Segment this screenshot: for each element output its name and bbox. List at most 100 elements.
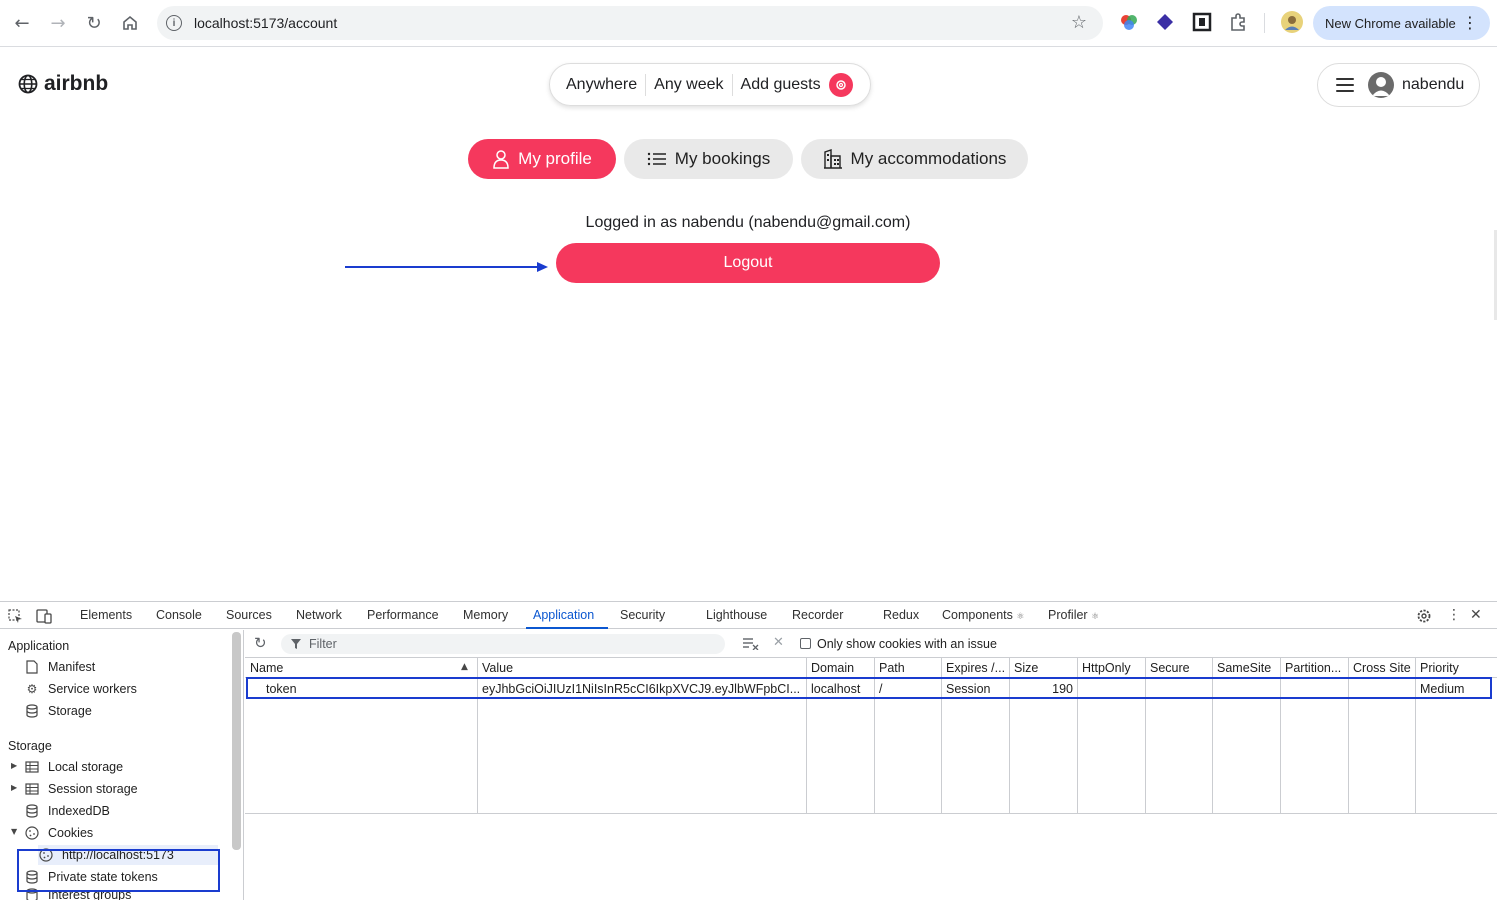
sidebar-item-manifest[interactable]: Manifest: [24, 657, 95, 677]
devtools-tab-lighthouse[interactable]: Lighthouse: [706, 608, 767, 622]
react-icon: ⚛: [1091, 611, 1100, 621]
profile-avatar-icon[interactable]: [1281, 11, 1303, 33]
airbnb-logo[interactable]: airbnb: [18, 72, 108, 96]
devtools-tabs: Elements Console Sources Network Perform…: [0, 602, 1497, 629]
devtools-tab-network[interactable]: Network: [296, 608, 342, 622]
hamburger-icon: [1336, 78, 1354, 92]
column-header-domain[interactable]: Domain: [806, 658, 874, 678]
bookmark-star-icon[interactable]: ☆: [1071, 12, 1087, 33]
sidebar-divider[interactable]: [243, 630, 244, 900]
devtools-tab-performance[interactable]: Performance: [367, 608, 439, 622]
search-button[interactable]: [828, 72, 853, 97]
sidebar-item-service-workers[interactable]: ⚙ Service workers: [24, 679, 137, 699]
sort-ascending-icon: ▲: [461, 662, 468, 672]
cookie-table: Name ▲ Value Domain Path Expires /... Si…: [245, 658, 1497, 814]
column-header-samesite[interactable]: SameSite: [1212, 658, 1280, 678]
search-add-guests[interactable]: Add guests: [733, 74, 829, 96]
kebab-menu-icon: ⋮: [1462, 13, 1478, 32]
devtools-tab-sources[interactable]: Sources: [226, 608, 272, 622]
new-chrome-available-button[interactable]: New Chrome available ⋮: [1313, 6, 1490, 40]
column-header-secure[interactable]: Secure: [1145, 658, 1212, 678]
tab-label: My accommodations: [850, 149, 1007, 168]
sidebar-item-local-storage[interactable]: Local storage: [24, 757, 123, 777]
tab-my-profile[interactable]: My profile: [468, 139, 616, 179]
devtools-tab-security[interactable]: Security: [620, 608, 665, 622]
gears-icon: ⚙: [26, 682, 38, 696]
devtools-tab-recorder[interactable]: Recorder: [792, 608, 843, 622]
site-info-icon[interactable]: i: [166, 15, 182, 31]
sidebar-item-cookies[interactable]: Cookies: [24, 823, 93, 843]
refresh-icon[interactable]: ↻: [254, 634, 267, 652]
address-bar[interactable]: i localhost:5173/account ☆: [157, 6, 1103, 40]
url-text[interactable]: localhost:5173/account: [194, 15, 337, 31]
search-any-week[interactable]: Any week: [646, 73, 733, 96]
column-header-value[interactable]: Value: [477, 658, 806, 678]
layers-extension-icon[interactable]: [1155, 12, 1175, 32]
search-bar[interactable]: Anywhere Any week Add guests: [549, 63, 871, 106]
square-extension-icon[interactable]: [1192, 12, 1212, 32]
only-issue-checkbox[interactable]: [800, 638, 811, 649]
inspect-element-icon[interactable]: [8, 609, 23, 624]
sidebar-item-session-storage[interactable]: Session storage: [24, 779, 138, 799]
reload-icon[interactable]: ↻: [81, 10, 107, 36]
tab-label: My profile: [518, 149, 592, 168]
user-menu-button[interactable]: nabendu: [1317, 63, 1480, 107]
devtools-tab-memory[interactable]: Memory: [463, 608, 508, 622]
profiler-label: Profiler: [1048, 608, 1088, 622]
filter-icon: [291, 639, 301, 649]
user-icon: [493, 150, 509, 169]
more-options-icon[interactable]: ⋮: [1447, 607, 1461, 623]
active-tab-underline: [526, 627, 608, 629]
color-extension-icon[interactable]: [1119, 12, 1139, 32]
device-toolbar-icon[interactable]: [36, 609, 52, 624]
logout-button[interactable]: Logout: [556, 243, 940, 283]
close-devtools-icon[interactable]: ✕: [1470, 607, 1482, 623]
sidebar-item-storage[interactable]: Storage: [24, 701, 92, 721]
devtools-tab-components[interactable]: Components ⚛: [942, 608, 1024, 622]
search-anywhere[interactable]: Anywhere: [550, 73, 647, 96]
tab-my-accommodations[interactable]: My accommodations: [801, 139, 1028, 179]
devtools-tab-profiler[interactable]: Profiler ⚛: [1048, 608, 1099, 622]
avatar-icon: [1368, 72, 1394, 98]
logo-text: airbnb: [44, 72, 109, 95]
devtools-tab-elements[interactable]: Elements: [80, 608, 132, 622]
sidebar-scrollbar[interactable]: [232, 632, 241, 850]
devtools-panel: Elements Console Sources Network Perform…: [0, 601, 1497, 900]
sidebar-item-indexeddb[interactable]: IndexedDB: [24, 801, 110, 821]
column-header-size[interactable]: Size: [1009, 658, 1077, 678]
only-issue-label: Only show cookies with an issue: [817, 637, 997, 651]
settings-gear-icon[interactable]: [1416, 608, 1432, 624]
filter-input[interactable]: Filter: [281, 634, 725, 654]
devtools-tab-console[interactable]: Console: [156, 608, 202, 622]
table-icon: [24, 782, 40, 796]
clear-all-icon[interactable]: [743, 637, 759, 650]
forward-icon[interactable]: →: [45, 10, 71, 36]
search-icon: [835, 79, 846, 90]
column-header-path[interactable]: Path: [874, 658, 941, 678]
application-sidebar: Application Manifest ⚙ Service workers S…: [0, 630, 230, 900]
column-header-priority[interactable]: Priority: [1415, 658, 1497, 678]
expand-triangle-icon[interactable]: ▶: [11, 761, 17, 770]
back-icon[interactable]: ←: [9, 10, 35, 36]
column-header-cross-site[interactable]: Cross Site: [1348, 658, 1415, 678]
delete-selected-icon[interactable]: ✕: [773, 635, 784, 650]
devtools-tab-application[interactable]: Application: [533, 608, 594, 622]
user-name: nabendu: [1402, 76, 1465, 93]
collapse-triangle-icon[interactable]: ▼: [11, 827, 17, 836]
home-icon[interactable]: [117, 10, 143, 36]
column-header-expires[interactable]: Expires /...: [941, 658, 1009, 678]
column-header-name[interactable]: Name: [245, 658, 477, 678]
tab-my-bookings[interactable]: My bookings: [624, 139, 793, 179]
expand-triangle-icon[interactable]: ▶: [11, 783, 17, 792]
column-header-partition[interactable]: Partition...: [1280, 658, 1348, 678]
sidebar-item-label: IndexedDB: [48, 804, 110, 818]
database-icon: [24, 704, 40, 718]
sidebar-item-label: Manifest: [48, 660, 96, 674]
devtools-tab-redux[interactable]: Redux: [883, 608, 919, 622]
file-icon: [24, 660, 40, 674]
puzzle-extensions-icon[interactable]: [1228, 12, 1248, 32]
cookies-toolbar: ↻ Filter ✕ Only show cookies with an iss…: [245, 630, 1497, 658]
new-chrome-label: New Chrome available: [1325, 15, 1456, 31]
column-header-httponly[interactable]: HttpOnly: [1077, 658, 1145, 678]
globe-icon: [18, 74, 38, 94]
